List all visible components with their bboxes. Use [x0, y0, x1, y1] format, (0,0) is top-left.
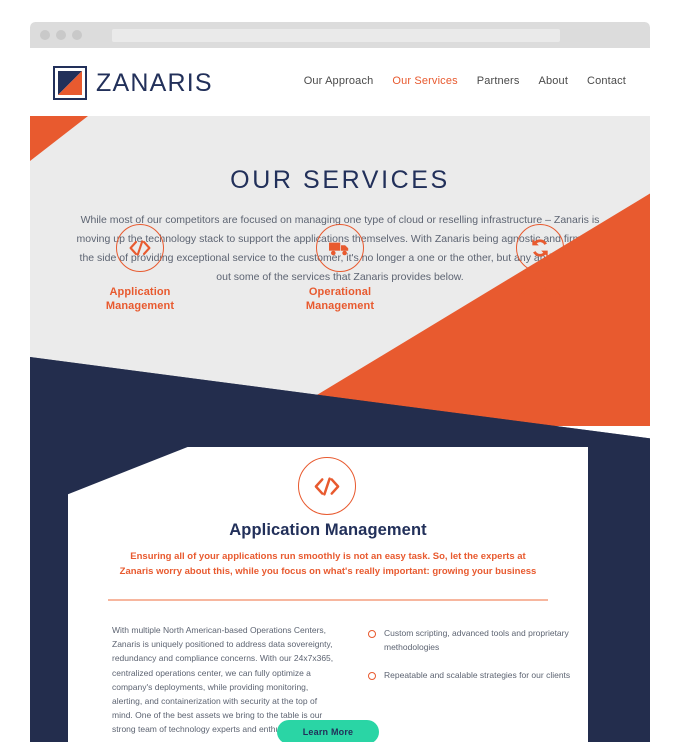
list-item-label: Custom scripting, advanced tools and pro…: [384, 628, 569, 652]
list-item: Repeatable and scalable strategies for o…: [368, 669, 583, 683]
hero-corner-triangle-decoration: [30, 116, 88, 161]
service-label-line2: Management: [305, 300, 375, 312]
card-code-brackets-icon: [298, 457, 356, 515]
service-label: Operational Management: [285, 285, 395, 313]
service-item-application-management[interactable]: Application Management: [85, 224, 195, 313]
brand-name: ZANARIS: [96, 68, 213, 97]
refresh-sync-icon: [516, 224, 564, 272]
service-list: Application Management Operational Manag…: [30, 224, 650, 313]
maximize-dot-icon[interactable]: [56, 30, 66, 40]
brand-logo[interactable]: ZANARIS: [53, 66, 213, 100]
bullet-circle-icon: [368, 672, 376, 680]
service-label-line1: DevOps: [518, 286, 562, 298]
nav-item-about[interactable]: About: [539, 75, 569, 87]
nav-item-our-approach[interactable]: Our Approach: [304, 75, 374, 87]
window-controls: [40, 30, 82, 40]
service-label-line1: Application: [109, 286, 171, 298]
service-label: DevOps: [485, 285, 595, 299]
card-subtitle: Ensuring all of your applications run sm…: [119, 551, 537, 577]
minimize-dot-icon[interactable]: [40, 30, 50, 40]
service-item-operational-management[interactable]: Operational Management: [285, 224, 395, 313]
site-header: ZANARIS Our Approach Our Services Partne…: [30, 48, 650, 116]
service-item-devops[interactable]: DevOps: [485, 224, 595, 313]
list-item-label: Repeatable and scalable strategies for o…: [384, 670, 571, 680]
nav-item-partners[interactable]: Partners: [477, 75, 520, 87]
site-viewport: ZANARIS Our Approach Our Services Partne…: [30, 48, 650, 742]
browser-window: ZANARIS Our Approach Our Services Partne…: [30, 22, 650, 742]
primary-navigation: Our Approach Our Services Partners About…: [304, 75, 626, 87]
page-root: ZANARIS Our Approach Our Services Partne…: [0, 0, 677, 742]
nav-item-our-services[interactable]: Our Services: [392, 75, 457, 87]
service-label-line2: Management: [105, 300, 175, 312]
card-cta-container: Learn More: [68, 720, 588, 742]
card-divider: [108, 599, 548, 601]
card-title: Application Management: [229, 521, 427, 539]
zanaris-logo-icon: [53, 66, 87, 100]
service-label-line1: Operational: [308, 286, 372, 298]
service-label: Application Management: [85, 285, 195, 313]
nav-item-contact[interactable]: Contact: [587, 75, 626, 87]
delivery-truck-icon: [316, 224, 364, 272]
close-dot-icon[interactable]: [72, 30, 82, 40]
browser-chrome-bar: [30, 22, 650, 48]
page-title: OUR SERVICES: [230, 166, 450, 194]
address-bar[interactable]: [112, 29, 560, 42]
code-brackets-icon: [116, 224, 164, 272]
bullet-circle-icon: [368, 630, 376, 638]
list-item: Custom scripting, advanced tools and pro…: [368, 627, 583, 654]
learn-more-button[interactable]: Learn More: [276, 720, 380, 742]
